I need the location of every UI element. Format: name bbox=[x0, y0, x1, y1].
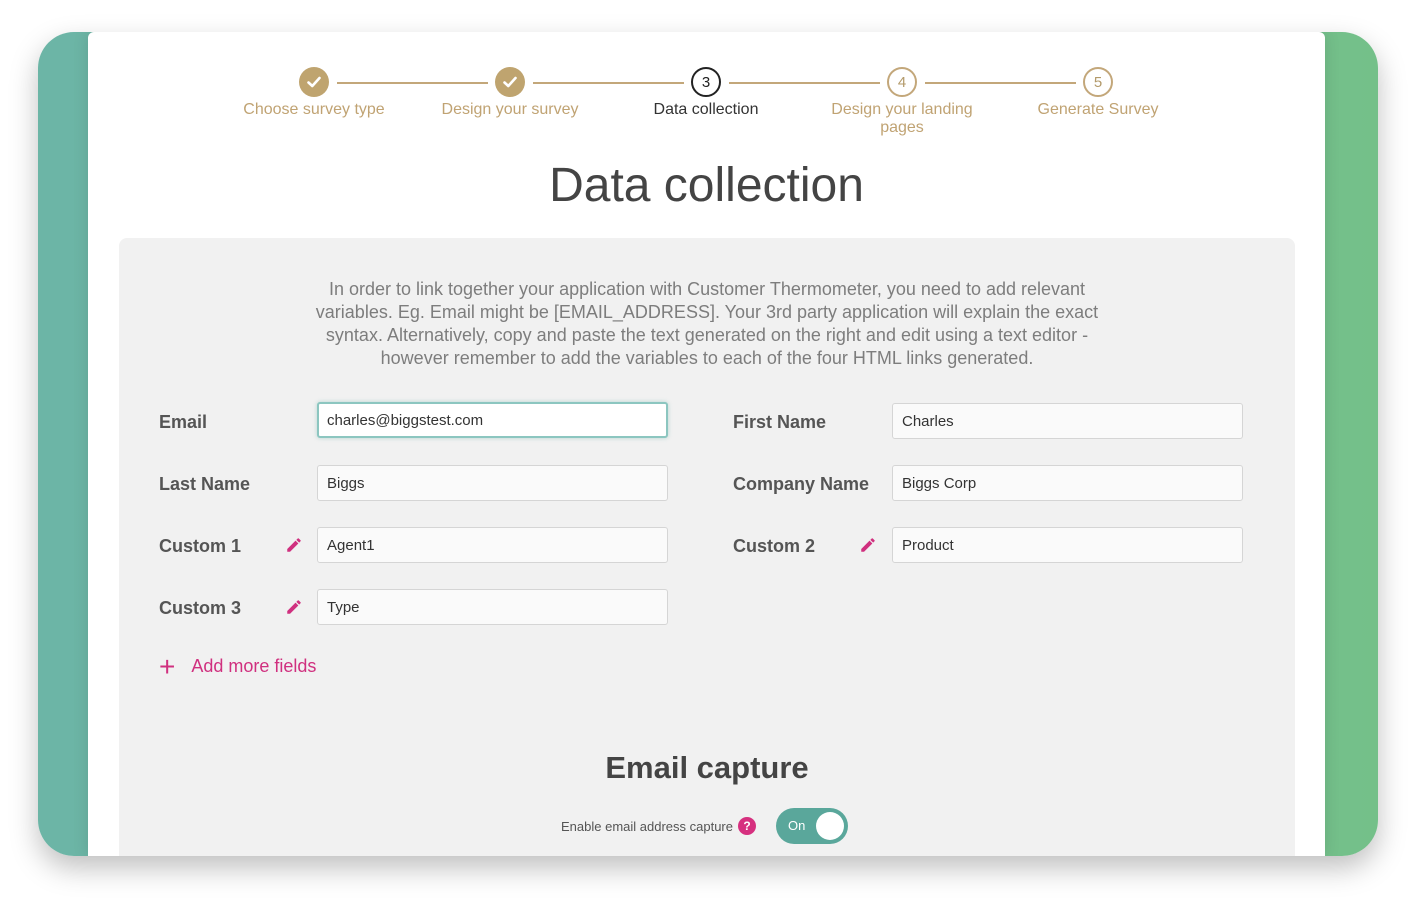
custom3-field[interactable] bbox=[317, 589, 668, 625]
last-name-label: Last Name bbox=[159, 474, 251, 494]
pencil-icon[interactable] bbox=[859, 536, 877, 554]
step-label: Design your landing pages bbox=[831, 101, 973, 136]
step-design-your-survey[interactable]: Design your survey bbox=[420, 67, 600, 119]
checkmark-icon bbox=[495, 67, 525, 97]
step-number: 3 bbox=[691, 67, 721, 97]
email-capture-toggle[interactable]: On bbox=[776, 808, 848, 844]
step-design-landing-pages[interactable]: 4 Design your landing pages bbox=[812, 67, 992, 137]
pencil-icon[interactable] bbox=[285, 598, 303, 616]
company-name-label: Company Name bbox=[733, 474, 870, 494]
step-label: Data collection bbox=[653, 101, 759, 118]
email-capture-title: Email capture bbox=[605, 750, 809, 785]
add-more-fields-label: Add more fields bbox=[191, 656, 317, 676]
step-data-collection[interactable]: 3 Data collection bbox=[616, 67, 796, 119]
custom1-label: Custom 1 bbox=[159, 536, 242, 556]
plus-icon: + bbox=[159, 650, 176, 682]
checkmark-icon bbox=[299, 67, 329, 97]
email-capture-label: Enable email address capture bbox=[561, 818, 733, 834]
page-title: Data collection bbox=[549, 159, 864, 212]
screenshot-frame: Choose survey type Design your survey 3 … bbox=[38, 32, 1378, 856]
step-choose-survey-type[interactable]: Choose survey type bbox=[224, 67, 404, 119]
email-label: Email bbox=[159, 412, 208, 432]
step-generate-survey[interactable]: 5 Generate Survey bbox=[1008, 67, 1188, 119]
intro-text: In order to link together your applicati… bbox=[315, 279, 1099, 368]
step-label: Choose survey type bbox=[243, 101, 385, 118]
custom2-label: Custom 2 bbox=[733, 536, 816, 556]
data-collection-panel: In order to link together your applicati… bbox=[119, 238, 1295, 856]
first-name-field[interactable] bbox=[892, 403, 1243, 439]
custom1-field[interactable] bbox=[317, 527, 668, 563]
pencil-icon[interactable] bbox=[285, 536, 303, 554]
email-field[interactable] bbox=[317, 402, 668, 438]
step-number: 5 bbox=[1083, 67, 1113, 97]
step-label: Design your survey bbox=[441, 101, 579, 118]
app-window: Choose survey type Design your survey 3 … bbox=[88, 32, 1325, 856]
toggle-state-text: On bbox=[788, 818, 806, 833]
progress-stepper: Choose survey type Design your survey 3 … bbox=[88, 32, 1325, 142]
add-more-fields-button[interactable]: + Add more fields bbox=[159, 650, 317, 682]
toggle-knob bbox=[816, 812, 844, 840]
company-name-field[interactable] bbox=[892, 465, 1243, 501]
help-icon[interactable]: ? bbox=[738, 817, 756, 835]
step-label: Generate Survey bbox=[1037, 101, 1159, 118]
custom3-label: Custom 3 bbox=[159, 598, 242, 618]
step-number: 4 bbox=[887, 67, 917, 97]
custom2-field[interactable] bbox=[892, 527, 1243, 563]
first-name-label: First Name bbox=[733, 412, 827, 432]
email-capture-setting: Enable email address capture ? On bbox=[561, 808, 848, 844]
last-name-field[interactable] bbox=[317, 465, 668, 501]
